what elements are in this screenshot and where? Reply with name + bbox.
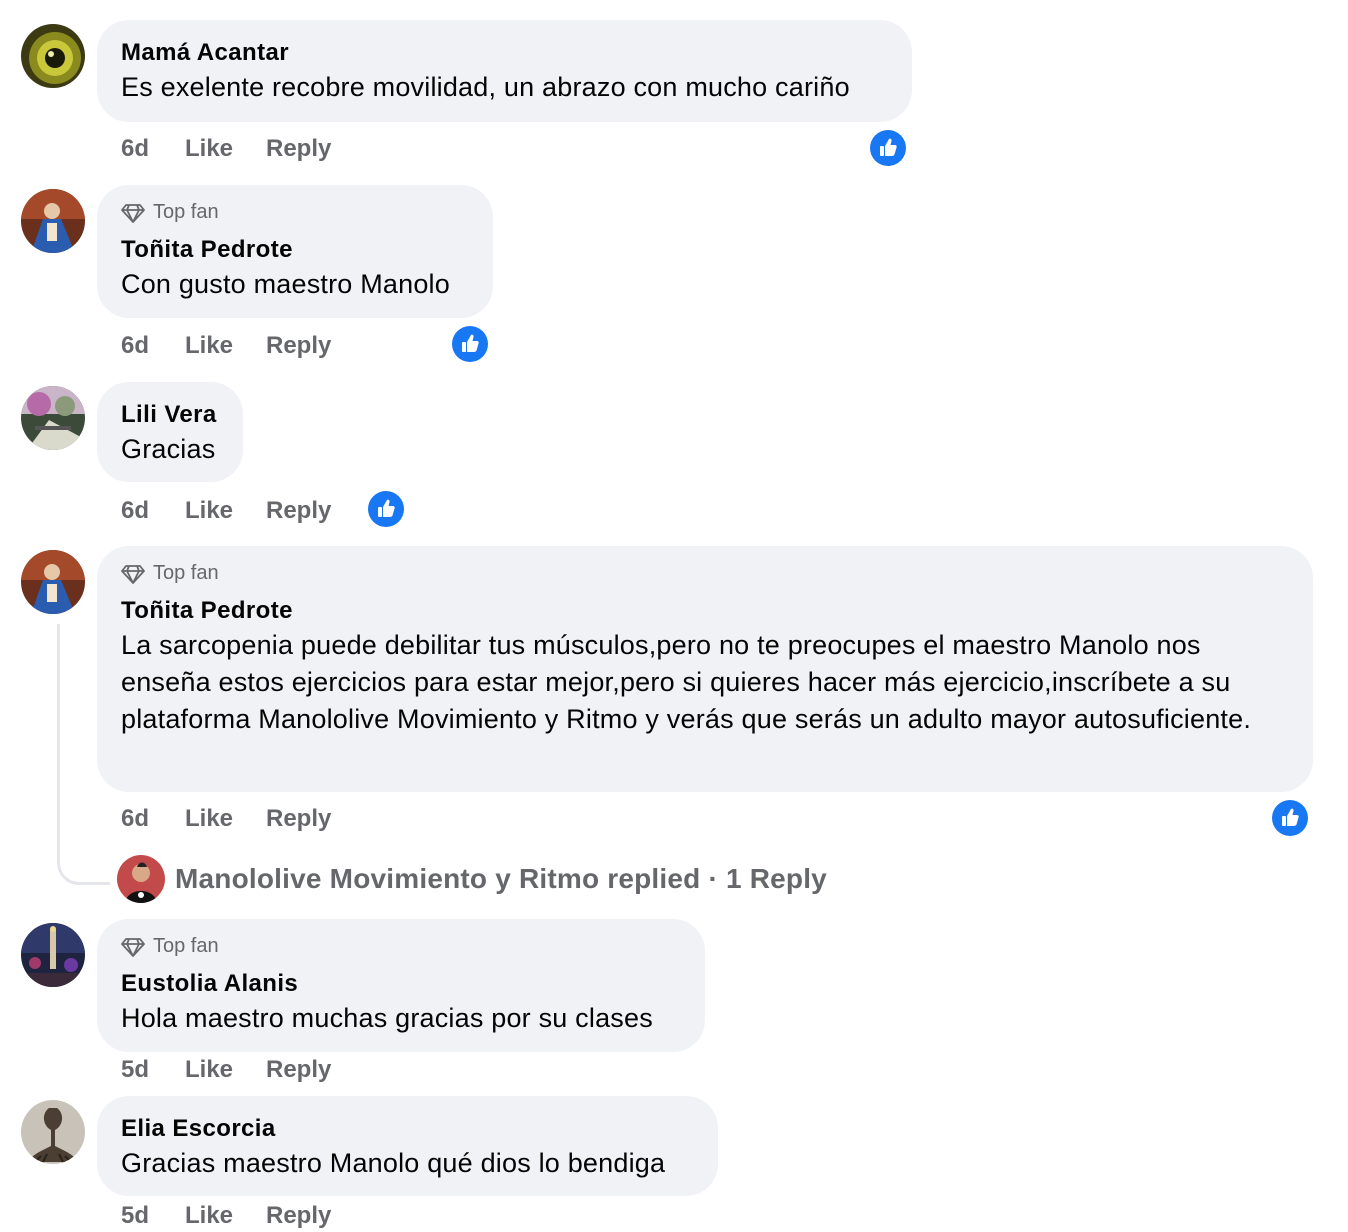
comment-time[interactable]: 6d xyxy=(121,332,185,360)
reply-button[interactable]: Reply xyxy=(266,1056,331,1084)
like-button[interactable]: Like xyxy=(185,1056,266,1084)
comment-time[interactable]: 5d xyxy=(121,1056,185,1084)
badge-label: Top fan xyxy=(153,935,219,957)
reply-button[interactable]: Reply xyxy=(266,135,331,163)
reply-button[interactable]: Reply xyxy=(266,497,331,525)
top-fan-badge: Top fan xyxy=(121,562,219,585)
avatar[interactable] xyxy=(21,1100,85,1164)
comment-time[interactable]: 5d xyxy=(121,1202,185,1230)
like-button[interactable]: Like xyxy=(185,497,266,525)
badge-label: Top fan xyxy=(153,201,219,223)
comment-text: Con gusto maestro Manolo xyxy=(121,269,450,299)
reply-button[interactable]: Reply xyxy=(266,805,331,833)
comment-author[interactable]: Eustolia Alanis xyxy=(121,970,298,998)
comment-actions: 6d Like Reply xyxy=(121,805,331,833)
replier-avatar xyxy=(117,855,165,903)
comment-bubble: Mamá Acantar Es exelente recobre movilid… xyxy=(97,20,912,122)
comment-author[interactable]: Toñita Pedrote xyxy=(121,236,293,264)
comment-actions: 5d Like Reply xyxy=(121,1056,331,1084)
comment-actions: 6d Like Reply xyxy=(121,332,331,360)
comment-text: Gracias maestro Manolo qué dios lo bendi… xyxy=(121,1148,666,1178)
avatar[interactable] xyxy=(21,923,85,987)
thumbs-up-reaction-icon[interactable] xyxy=(452,326,488,362)
comment-text: La sarcopenia puede debilitar tus múscul… xyxy=(121,630,1252,734)
comment-actions: 5d Like Reply xyxy=(121,1202,331,1230)
avatar[interactable] xyxy=(21,24,85,88)
diamond-icon xyxy=(121,203,145,223)
comment-author[interactable]: Lili Vera xyxy=(121,401,217,429)
diamond-icon xyxy=(121,564,145,584)
badge-label: Top fan xyxy=(153,562,219,584)
diamond-icon xyxy=(121,937,145,957)
comment-time[interactable]: 6d xyxy=(121,805,185,833)
comment-text: Es exelente recobre movilidad, un abrazo… xyxy=(121,72,850,102)
reply-button[interactable]: Reply xyxy=(266,332,331,360)
like-button[interactable]: Like xyxy=(185,1202,266,1230)
thumbs-up-reaction-icon[interactable] xyxy=(870,130,906,166)
comment-bubble: Top fan Eustolia Alanis Hola maestro muc… xyxy=(97,919,705,1052)
avatar[interactable] xyxy=(21,386,85,450)
comment-text: Hola maestro muchas gracias por su clase… xyxy=(121,1003,653,1033)
comment-bubble: Top fan Toñita Pedrote Con gusto maestro… xyxy=(97,185,493,318)
top-fan-badge: Top fan xyxy=(121,935,219,958)
view-replies-link[interactable]: Manololive Movimiento y Ritmo replied · … xyxy=(117,855,827,903)
comment-author[interactable]: Toñita Pedrote xyxy=(121,597,293,625)
replies-summary[interactable]: Manololive Movimiento y Ritmo replied · … xyxy=(175,863,827,895)
like-button[interactable]: Like xyxy=(185,805,266,833)
like-button[interactable]: Like xyxy=(185,135,266,163)
comment-bubble: Lili Vera Gracias xyxy=(97,382,243,482)
thumbs-up-reaction-icon[interactable] xyxy=(1272,800,1308,836)
thumbs-up-reaction-icon[interactable] xyxy=(368,491,404,527)
comment-actions: 6d Like Reply xyxy=(121,135,331,163)
avatar[interactable] xyxy=(21,550,85,614)
comment-author[interactable]: Mamá Acantar xyxy=(121,39,289,67)
comment-author[interactable]: Elia Escorcia xyxy=(121,1115,276,1143)
comment-bubble: Elia Escorcia Gracias maestro Manolo qué… xyxy=(97,1096,718,1196)
comment-time[interactable]: 6d xyxy=(121,135,185,163)
comment-actions: 6d Like Reply xyxy=(121,497,331,525)
like-button[interactable]: Like xyxy=(185,332,266,360)
comment-bubble: Top fan Toñita Pedrote La sarcopenia pue… xyxy=(97,546,1313,792)
reply-button[interactable]: Reply xyxy=(266,1202,331,1230)
comment-text: Gracias xyxy=(121,434,216,464)
top-fan-badge: Top fan xyxy=(121,201,219,224)
comment-time[interactable]: 6d xyxy=(121,497,185,525)
avatar[interactable] xyxy=(21,189,85,253)
